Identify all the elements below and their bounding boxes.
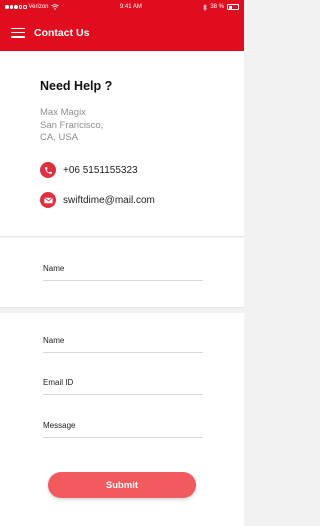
form-name-field[interactable]: Name [43, 335, 203, 353]
email-address: swiftdime@mail.com [63, 194, 155, 206]
page-title: Contact Us [34, 26, 90, 39]
message-field[interactable]: Message [43, 420, 203, 438]
name-card: Name [0, 238, 244, 308]
bluetooth-icon [203, 3, 208, 11]
form-name-label: Name [43, 336, 65, 345]
help-card: Need Help ? Max Magix San Francisco, CA,… [0, 51, 244, 237]
battery-icon [227, 4, 239, 10]
address-line: CA, USA [40, 132, 79, 143]
carrier-label: Verizon [28, 4, 49, 10]
hamburger-icon[interactable] [11, 27, 25, 38]
email-field[interactable]: Email ID [43, 377, 203, 395]
battery-percent: 38 % [210, 4, 224, 10]
name-field-label: Name [43, 264, 65, 273]
message-field-label: Message [43, 421, 76, 430]
submit-button[interactable]: Submit [48, 472, 196, 498]
phone-number: +06 5151155323 [63, 164, 138, 176]
app-bar: Contact Us [0, 14, 244, 51]
phone-icon [40, 162, 56, 178]
email-field-label: Email ID [43, 378, 74, 387]
address-block: Max Magix San Francisco, CA, USA [40, 107, 103, 145]
status-bar: Verizon 9:41 AM 38 % [0, 0, 244, 14]
envelope-icon [40, 192, 56, 208]
status-time: 9:41 AM [119, 4, 142, 10]
address-line: Max Magix [40, 107, 86, 118]
address-line: San Francisco, [40, 119, 104, 131]
wifi-icon [50, 4, 59, 10]
help-title: Need Help ? [40, 79, 113, 93]
phone-row[interactable]: +06 5151155323 [40, 162, 138, 178]
signal-icon [5, 5, 27, 9]
name-field[interactable]: Name [43, 263, 203, 281]
contact-form: Name Email ID Message Submit [0, 313, 244, 526]
email-row[interactable]: swiftdime@mail.com [40, 192, 155, 208]
